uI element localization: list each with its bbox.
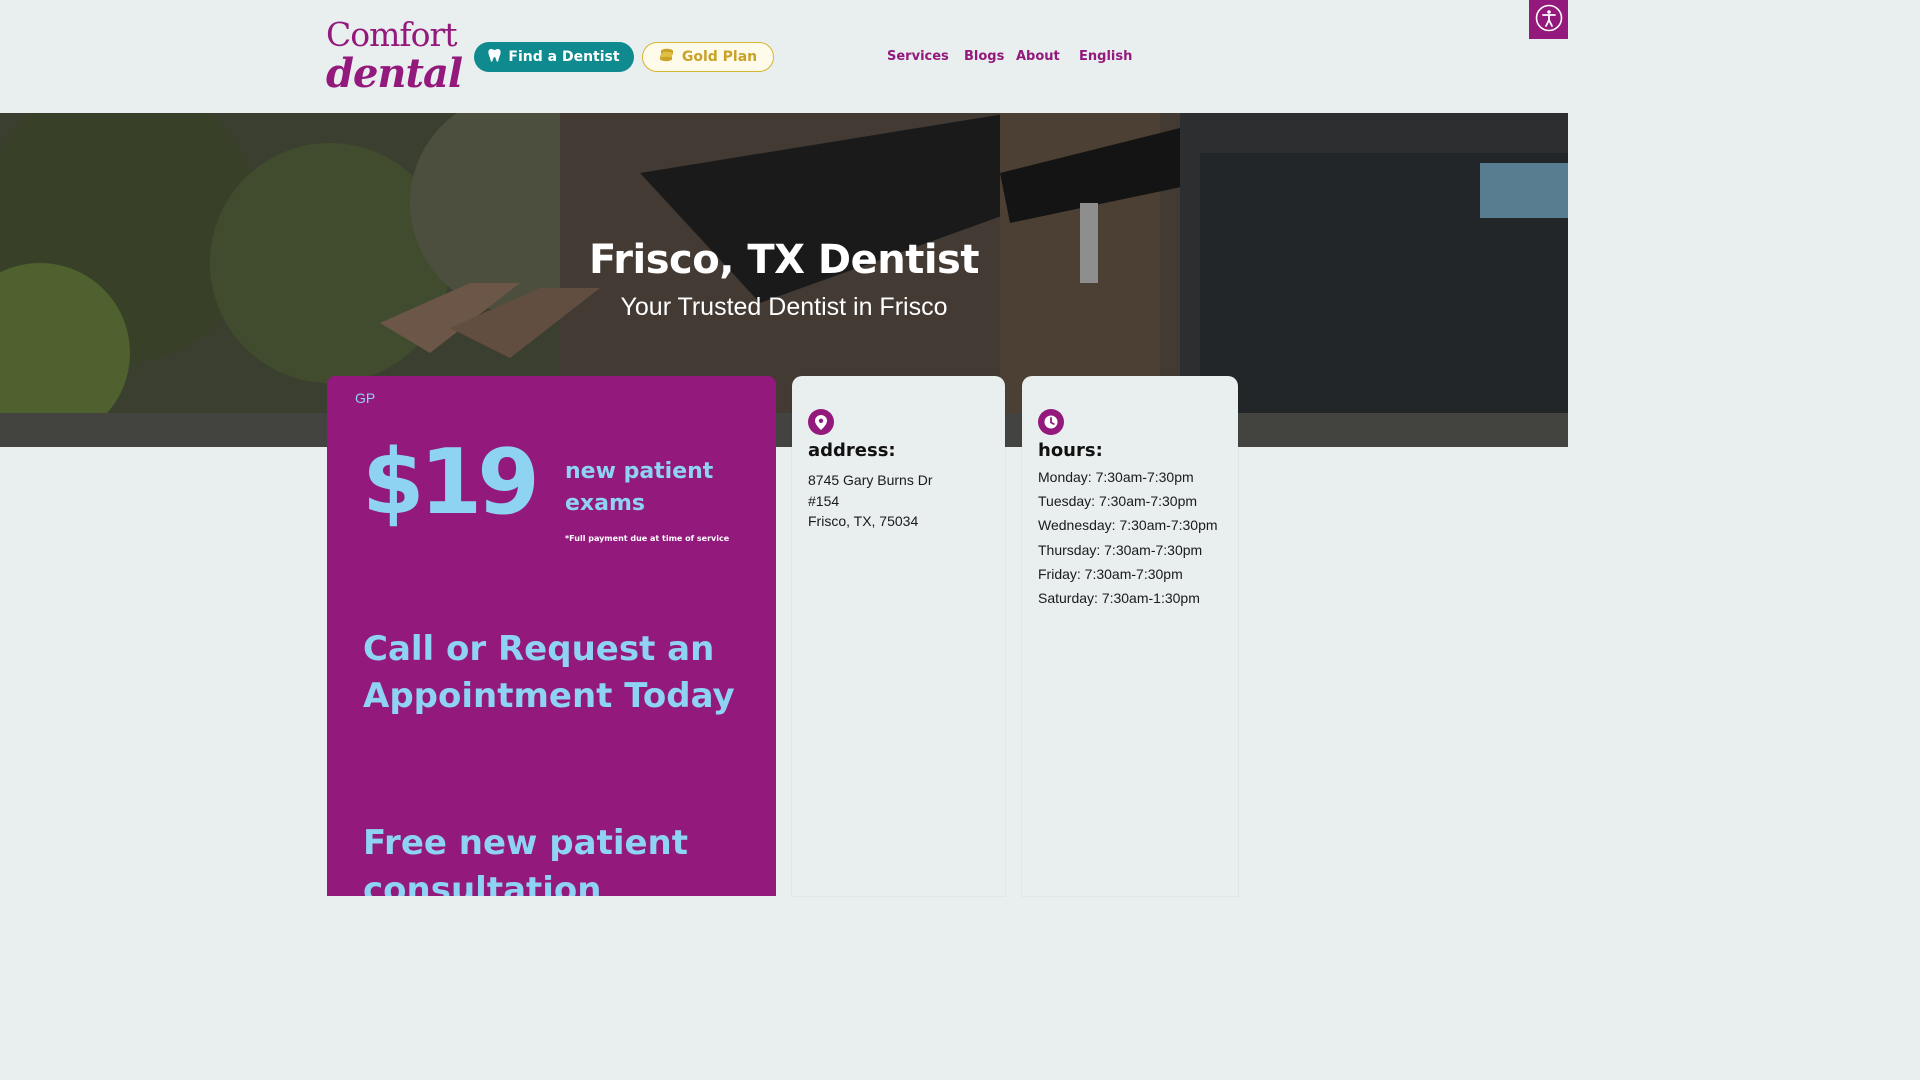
- page-subtitle: Your Trusted Dentist in Frisco: [620, 293, 948, 321]
- promo-cta: Call or Request an Appointment Today: [363, 629, 735, 716]
- address-line: #154: [808, 492, 840, 509]
- hours-line: Tuesday: 7:30am-7:30pm: [1038, 493, 1198, 510]
- promo-tag: GP: [355, 390, 376, 406]
- accessibility-button[interactable]: [1529, 0, 1568, 39]
- address-line: 8745 Gary Burns Dr: [808, 472, 933, 488]
- hours-line: Friday: 7:30am-7:30pm: [1038, 565, 1183, 582]
- hours-list: Monday: 7:30am-7:30pm Tuesday: 7:30am-7:…: [1038, 465, 1218, 610]
- nav-services[interactable]: Services: [887, 49, 949, 64]
- promo-price-label: new patient exams: [565, 459, 714, 516]
- promo-card: GP $19 new patient exams *Full payment d…: [327, 376, 776, 896]
- hours-line: Monday: 7:30am-7:30pm: [1038, 469, 1194, 485]
- hours-label: hours:: [1038, 440, 1103, 461]
- accessibility-icon: [1535, 4, 1563, 36]
- hours-line: Saturday: 7:30am-1:30pm: [1038, 590, 1200, 607]
- page-title: Frisco, TX Dentist: [589, 237, 979, 283]
- comfort-dental-logo[interactable]: Comfort dental: [326, 14, 463, 98]
- tooth-icon: [488, 48, 502, 67]
- gold-plan-label: Gold Plan: [681, 49, 758, 65]
- address-line: Frisco, TX, 75034: [808, 513, 919, 529]
- coins-icon: [659, 48, 675, 66]
- find-a-dentist-label: Find a Dentist: [508, 49, 620, 65]
- gold-plan-button[interactable]: Gold Plan: [642, 42, 774, 72]
- promo-price: $19: [362, 430, 540, 535]
- logo-text-top: Comfort: [326, 15, 458, 54]
- nav-language-english[interactable]: English: [1079, 49, 1132, 64]
- clock-icon: [1038, 409, 1064, 435]
- site-header: Comfort dental Find a Dentist Gold Plan …: [0, 0, 1568, 113]
- address-card: address: 8745 Gary Burns Dr #154 Frisco,…: [792, 376, 1005, 896]
- address-lines: 8745 Gary Burns Dr #154 Frisco, TX, 7503…: [808, 470, 933, 532]
- hero-banner: Frisco, TX Dentist Your Trusted Dentist …: [0, 113, 1568, 447]
- promo-free-offer: Free new patient consultation: [363, 823, 688, 896]
- hours-line: Wednesday: 7:30am-7:30pm: [1038, 517, 1218, 534]
- hours-card: hours: Monday: 7:30am-7:30pm Tuesday: 7:…: [1022, 376, 1238, 896]
- nav-blogs[interactable]: Blogs: [964, 49, 1004, 64]
- location-pin-icon: [808, 409, 834, 435]
- address-label: address:: [808, 440, 896, 461]
- nav-about[interactable]: About: [1016, 49, 1060, 64]
- logo-text-bottom: dental: [326, 50, 463, 97]
- hours-line: Thursday: 7:30am-7:30pm: [1038, 541, 1203, 558]
- find-a-dentist-button[interactable]: Find a Dentist: [474, 42, 634, 72]
- promo-price-note: *Full payment due at time of service: [565, 534, 730, 543]
